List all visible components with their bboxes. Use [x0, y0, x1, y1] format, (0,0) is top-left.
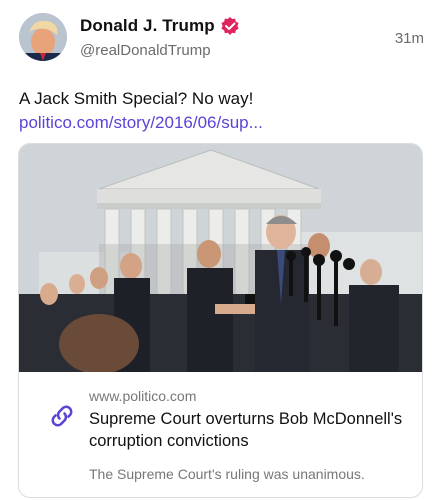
verified-badge-icon: [221, 17, 239, 35]
link-card[interactable]: www.politico.com Supreme Court overturns…: [18, 143, 423, 498]
link-card-domain: www.politico.com: [89, 388, 197, 404]
link-icon: [51, 405, 73, 427]
post-text: A Jack Smith Special? No way! politico.c…: [19, 87, 419, 135]
post-body: A Jack Smith Special? No way!: [19, 89, 254, 108]
post-link[interactable]: politico.com/story/2016/06/sup...: [19, 113, 263, 132]
social-post: Donald J. Trump @realDonaldTrump 31m A J…: [0, 0, 443, 500]
link-card-description: The Supreme Court's ruling was unanimous…: [89, 466, 365, 482]
author-row: Donald J. Trump: [80, 16, 240, 36]
link-card-image[interactable]: [19, 144, 422, 372]
author-name[interactable]: Donald J. Trump: [80, 16, 215, 36]
author-handle[interactable]: @realDonaldTrump: [80, 42, 211, 59]
avatar[interactable]: [19, 13, 67, 61]
timestamp[interactable]: 31m: [395, 30, 424, 47]
link-card-title[interactable]: Supreme Court overturns Bob McDonnell's …: [89, 408, 409, 452]
